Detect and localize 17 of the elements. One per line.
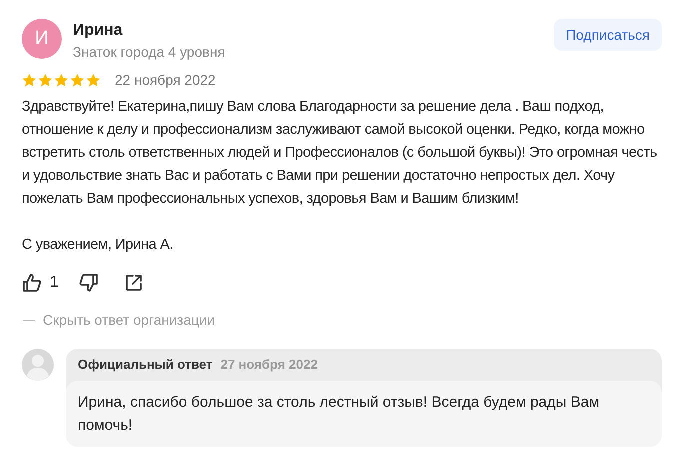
review-date: 22 ноября 2022 [115,71,216,90]
like-button[interactable]: 1 [22,271,59,295]
review-text: С уважением, Ирина А. [22,236,174,255]
share-button[interactable] [124,274,143,292]
company-avatar-icon [22,349,54,381]
thumbs-down-icon [78,273,99,293]
reply-date: 27 ноября 2022 [220,356,318,374]
subscribe-button[interactable]: Подписаться [554,19,662,51]
reply-text: Ирина, спасибо большое за столь лестный отзыв! Всегда будем рады Вам помочь! [78,393,601,436]
author-status: Знаток города 4 уровня [73,43,226,61]
reply-title: Официальный ответ [78,356,213,374]
author-name[interactable]: Ирина [73,21,226,41]
dislike-button[interactable] [78,273,99,293]
avatar: И [22,19,62,59]
share-icon [124,274,143,292]
thumbs-up-icon [22,273,42,293]
review-text: Здравствуйте! Екатерина,пишу Вам слова Благодарности за решение дела . Ваш подход, отношение к делу и профессионализм заслуживают самой высокой оценки. Редко, когда можно встретить столь ответственных людей и Профессионалов (с большой буквы)! Это огромная честь и удовольствие знать Вас и работать с Вами при решении достаточно непростых дел. Хочу пожелать Вам профессиональных успехов, здоровья Вам и Вашим близким! [22,98,658,209]
